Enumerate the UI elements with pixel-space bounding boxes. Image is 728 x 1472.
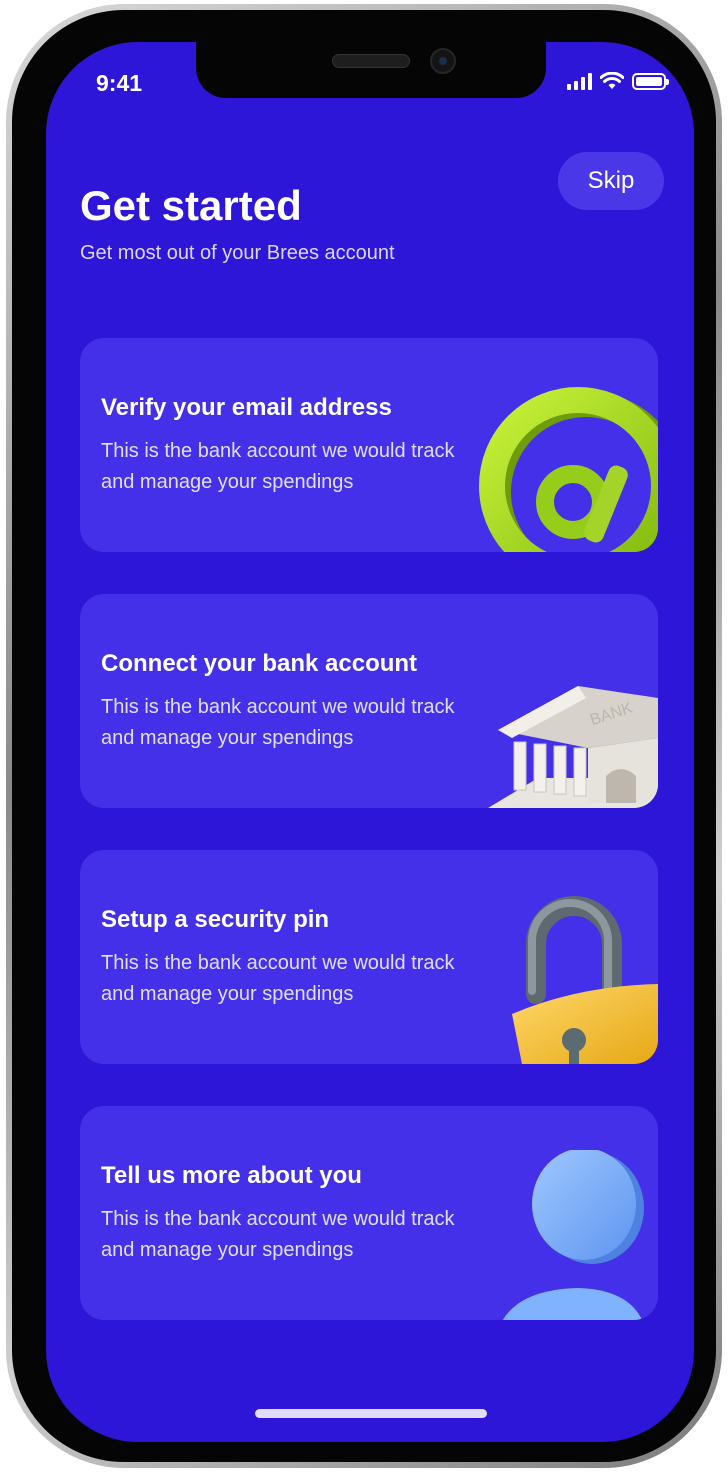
page-title: Get started: [80, 182, 302, 229]
notch: [196, 42, 546, 98]
user-icon: [502, 1150, 644, 1320]
onboarding-card-list: Verify your email address This is the ba…: [80, 338, 658, 1362]
card-title: Setup a security pin: [101, 906, 330, 933]
camera-icon: [430, 48, 456, 74]
card-about-you[interactable]: Tell us more about you This is the bank …: [80, 1106, 658, 1320]
card-description: This is the bank account we would track …: [101, 1208, 455, 1261]
page-subtitle: Get most out of your Brees account: [80, 242, 395, 264]
at-sign-icon: [479, 387, 658, 552]
card-verify-email[interactable]: Verify your email address This is the ba…: [80, 338, 658, 552]
home-indicator[interactable]: [255, 1409, 487, 1418]
phone-frame: 9:41 Skip Get started Get most out of yo…: [6, 4, 722, 1468]
status-icons: [567, 72, 669, 90]
app-screen: 9:41 Skip Get started Get most out of yo…: [46, 42, 694, 1442]
padlock-icon: [512, 896, 658, 1064]
card-title: Connect your bank account: [101, 650, 418, 677]
cellular-signal-icon: [567, 72, 592, 90]
card-connect-bank[interactable]: Connect your bank account This is the ba…: [80, 594, 658, 808]
card-title: Verify your email address: [101, 394, 392, 421]
phone-bezel: 9:41 Skip Get started Get most out of yo…: [12, 10, 716, 1462]
wifi-icon: [600, 72, 624, 89]
speaker-icon: [332, 54, 410, 68]
card-description: This is the bank account we would track …: [101, 440, 455, 493]
card-description: This is the bank account we would track …: [101, 696, 455, 749]
battery-icon: [632, 73, 669, 90]
status-time: 9:41: [96, 70, 143, 96]
bank-icon: BANK: [488, 686, 658, 808]
card-title: Tell us more about you: [101, 1162, 362, 1189]
card-security-pin[interactable]: Setup a security pin This is the bank ac…: [80, 850, 658, 1064]
card-description: This is the bank account we would track …: [101, 952, 455, 1005]
skip-button[interactable]: Skip: [558, 152, 664, 210]
